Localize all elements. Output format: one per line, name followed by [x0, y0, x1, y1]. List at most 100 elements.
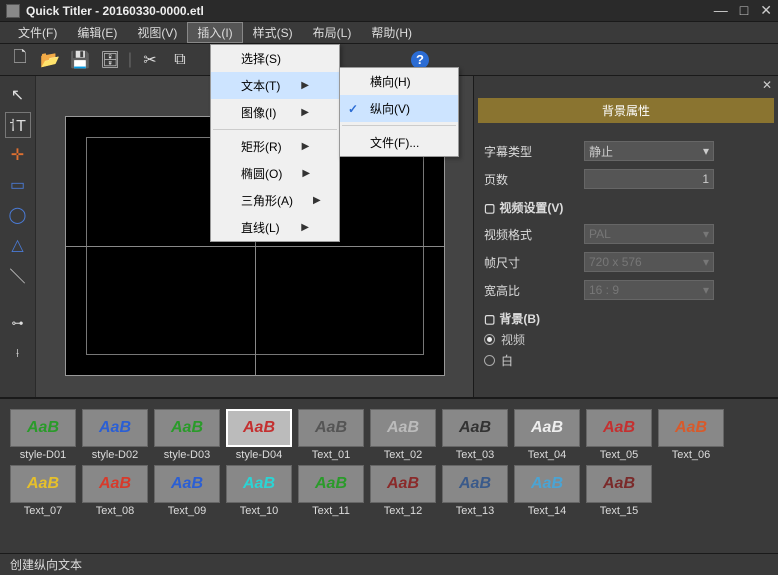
- video-format-select[interactable]: PAL▾: [584, 224, 714, 244]
- menu-layout[interactable]: 布局(L): [303, 22, 362, 43]
- menu-item[interactable]: ✓纵向(V): [340, 95, 458, 122]
- style-thumb[interactable]: AaB: [154, 409, 220, 447]
- status-bar: 创建纵向文本: [0, 553, 778, 575]
- style-thumb[interactable]: AaB: [154, 465, 220, 503]
- radio-video[interactable]: 视频: [484, 331, 768, 348]
- separator: |: [126, 47, 134, 73]
- subtitle-type-select[interactable]: 静止▾: [584, 141, 714, 161]
- style-item[interactable]: AaBText_15: [586, 465, 652, 517]
- style-thumb[interactable]: AaB: [226, 409, 292, 447]
- style-item[interactable]: AaBText_01: [298, 409, 364, 461]
- style-label: Text_07: [10, 505, 76, 517]
- radio-white[interactable]: 白: [484, 352, 768, 369]
- style-label: Text_13: [442, 505, 508, 517]
- style-label: Text_10: [226, 505, 292, 517]
- style-label: Text_09: [154, 505, 220, 517]
- style-item[interactable]: AaBText_14: [514, 465, 580, 517]
- style-item[interactable]: AaBText_02: [370, 409, 436, 461]
- save-icon[interactable]: 💾: [66, 47, 94, 73]
- minimize-button[interactable]: —: [714, 2, 728, 19]
- style-thumb[interactable]: AaB: [586, 409, 652, 447]
- style-item[interactable]: AaB Text_13: [442, 465, 508, 517]
- background-section[interactable]: ▢背景(B): [484, 310, 768, 327]
- open-icon[interactable]: 📂: [36, 47, 64, 73]
- video-settings-section[interactable]: ▢视频设置(V): [484, 199, 768, 216]
- style-item[interactable]: AaB Text_11: [298, 465, 364, 517]
- frame-size-select[interactable]: 720 x 576▾: [584, 252, 714, 272]
- menu-item[interactable]: 三角形(A)▶: [211, 187, 339, 214]
- rect-tool-icon[interactable]: ▭: [5, 172, 31, 198]
- style-thumb[interactable]: AaB: [298, 409, 364, 447]
- style-label: Text_03: [442, 449, 508, 461]
- ellipse-tool-icon[interactable]: ◯: [5, 202, 31, 228]
- menu-insert[interactable]: 插入(I): [187, 22, 242, 43]
- properties-panel: ✕ 背景属性 字幕类型 静止▾ 页数 1 ▢视频设置(V) 视频格式 PAL▾ …: [473, 76, 778, 397]
- menu-bar: 文件(F) 编辑(E) 视图(V) 插入(I) 样式(S) 布局(L) 帮助(H…: [0, 22, 778, 44]
- style-thumb[interactable]: AaB: [442, 465, 508, 503]
- style-item[interactable]: AaBstyle-D03: [154, 409, 220, 461]
- text-tool-icon[interactable]: ⸶T: [5, 112, 31, 138]
- style-thumb[interactable]: AaB: [514, 409, 580, 447]
- style-item[interactable]: AaBText_05: [586, 409, 652, 461]
- style-label: style-D02: [82, 449, 148, 461]
- styles-panel: AaBstyle-D01AaBstyle-D02AaBstyle-D03AaBs…: [0, 397, 778, 553]
- triangle-tool-icon[interactable]: △: [5, 232, 31, 258]
- style-thumb[interactable]: AaB: [226, 465, 292, 503]
- line-tool-icon[interactable]: ＼: [5, 262, 31, 288]
- menu-file[interactable]: 文件(F): [8, 22, 67, 43]
- style-label: Text_12: [370, 505, 436, 517]
- style-item[interactable]: AaB Text_09: [154, 465, 220, 517]
- style-label: Text_06: [658, 449, 724, 461]
- style-thumb[interactable]: AaB: [10, 465, 76, 503]
- menu-style[interactable]: 样式(S): [243, 22, 303, 43]
- style-item[interactable]: AaB Text_12: [370, 465, 436, 517]
- crosshair-tool-icon[interactable]: ✛: [5, 142, 31, 168]
- style-thumb[interactable]: AaB: [10, 409, 76, 447]
- style-item[interactable]: AaBText_08: [82, 465, 148, 517]
- style-item[interactable]: AaBstyle-D04: [226, 409, 292, 461]
- chevron-down-icon: ▾: [703, 144, 709, 158]
- style-thumb[interactable]: AaB: [442, 409, 508, 447]
- style-item[interactable]: AaB Text_06: [658, 409, 724, 461]
- style-item[interactable]: AaBstyle-D01: [10, 409, 76, 461]
- menu-separator: [213, 129, 337, 130]
- slider-tool-icon[interactable]: ⊶: [5, 310, 31, 336]
- maximize-button[interactable]: □: [740, 2, 748, 19]
- aspect-select[interactable]: 16 : 9▾: [584, 280, 714, 300]
- style-item[interactable]: AaB Text_07: [10, 465, 76, 517]
- menu-edit[interactable]: 编辑(E): [67, 22, 127, 43]
- menu-item[interactable]: 椭圆(O)▶: [211, 160, 339, 187]
- menu-item[interactable]: 图像(I)▶: [211, 99, 339, 126]
- style-thumb[interactable]: AaB: [370, 409, 436, 447]
- saveas-icon[interactable]: 🗄: [96, 47, 124, 73]
- style-item[interactable]: AaBText_04: [514, 409, 580, 461]
- menu-item[interactable]: 矩形(R)▶: [211, 133, 339, 160]
- style-thumb[interactable]: AaB: [82, 465, 148, 503]
- style-item[interactable]: AaB Text_10: [226, 465, 292, 517]
- close-button[interactable]: ✕: [760, 2, 772, 19]
- style-thumb[interactable]: AaB: [586, 465, 652, 503]
- style-thumb[interactable]: AaB: [370, 465, 436, 503]
- style-thumb[interactable]: AaB: [658, 409, 724, 447]
- style-thumb[interactable]: AaB: [82, 409, 148, 447]
- select-tool-icon[interactable]: ↖: [5, 82, 31, 108]
- style-label: Text_11: [298, 505, 364, 517]
- panel-close-icon[interactable]: ✕: [762, 78, 772, 92]
- menu-item[interactable]: 文本(T)▶: [211, 72, 339, 99]
- style-thumb[interactable]: AaB: [514, 465, 580, 503]
- aspect-label: 宽高比: [484, 282, 584, 299]
- menu-help[interactable]: 帮助(H): [361, 22, 422, 43]
- menu-item[interactable]: 直线(L)▶: [211, 214, 339, 241]
- ruler-tool-icon[interactable]: ⟊: [5, 340, 31, 366]
- style-thumb[interactable]: AaB: [298, 465, 364, 503]
- menu-item[interactable]: 文件(F)...: [340, 129, 458, 156]
- menu-item[interactable]: 选择(S): [211, 45, 339, 72]
- cut-icon[interactable]: ✂: [136, 47, 164, 73]
- style-item[interactable]: AaB Text_03: [442, 409, 508, 461]
- new-icon[interactable]: 🗋: [6, 47, 34, 73]
- style-item[interactable]: AaB style-D02: [82, 409, 148, 461]
- menu-item[interactable]: 横向(H): [340, 68, 458, 95]
- pages-input[interactable]: 1: [584, 169, 714, 189]
- menu-view[interactable]: 视图(V): [127, 22, 187, 43]
- copy-icon[interactable]: ⧉: [166, 47, 194, 73]
